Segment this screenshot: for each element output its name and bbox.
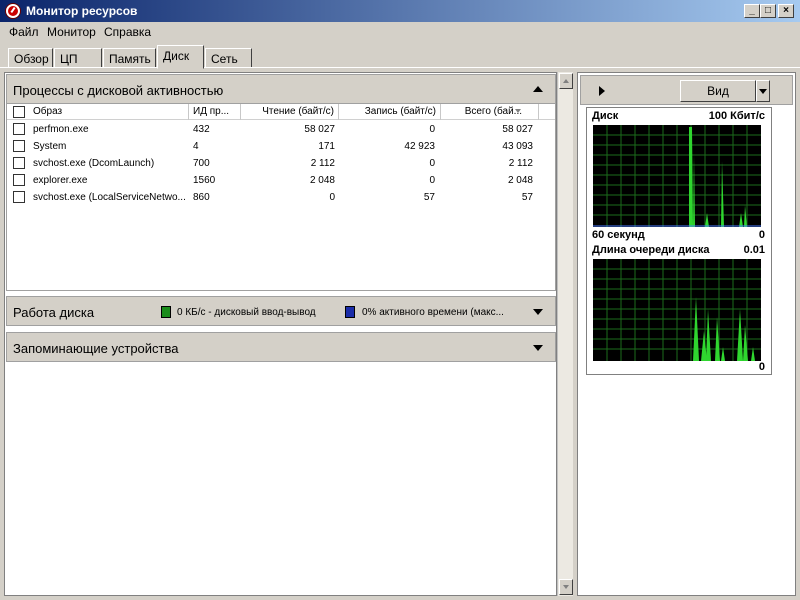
cell-write: 57 xyxy=(423,192,435,203)
table-header: Образ ИД пр... Чтение (байт/с) Запись (б… xyxy=(7,104,555,120)
cell-total: 2 048 xyxy=(507,175,533,186)
column-image[interactable]: Образ xyxy=(29,104,189,120)
io-legend-text: 0 КБ/с - дисковый ввод-вывод xyxy=(177,307,316,318)
disk-graph-time: 60 секунд xyxy=(592,229,645,241)
collapse-pane-icon[interactable] xyxy=(599,86,605,96)
cell-write: 0 xyxy=(429,158,435,169)
disk-graph-min: 0 xyxy=(758,229,765,241)
active-time-legend-swatch xyxy=(345,306,355,318)
cell-read: 0 xyxy=(329,192,335,203)
cell-total: 2 112 xyxy=(508,158,533,169)
table-row[interactable]: perfmon.exe 432 58 027 0 58 027 xyxy=(7,121,555,138)
disk-graph xyxy=(593,125,761,227)
menu-monitor[interactable]: Монитор xyxy=(47,25,96,39)
expand-icon[interactable] xyxy=(533,309,543,315)
disk-activity-trace xyxy=(689,127,747,227)
cell-total: 58 027 xyxy=(502,124,533,135)
disk-graph-title: Диск xyxy=(592,110,619,122)
maximize-button[interactable]: □ xyxy=(760,4,776,18)
row-checkbox[interactable] xyxy=(13,191,25,203)
menu-bar: Файл Монитор Справка xyxy=(0,22,800,42)
cell-image: svchost.exe (LocalServiceNetwo... xyxy=(33,192,186,203)
graph-toolbar: Вид xyxy=(580,75,793,105)
processes-section-title: Процессы с дисковой активностью xyxy=(13,83,224,98)
queue-graph xyxy=(593,259,761,361)
menu-help[interactable]: Справка xyxy=(104,25,151,39)
title-bar: Монитор ресурсов _ □ × xyxy=(0,0,800,22)
queue-graph-min: 0 xyxy=(758,361,765,373)
view-button[interactable]: Вид xyxy=(680,80,756,102)
row-checkbox[interactable] xyxy=(13,123,25,135)
table-row[interactable]: svchost.exe (LocalServiceNetwo... 860 0 … xyxy=(7,189,555,206)
row-checkbox[interactable] xyxy=(13,174,25,186)
disk-graph-max: 100 Кбит/с xyxy=(708,110,765,122)
graphs-container: Диск 100 Кбит/с 60 секунд 0 Длина очеред… xyxy=(586,107,772,375)
processes-section-header[interactable]: Процессы с дисковой активностью xyxy=(6,74,556,104)
processes-table: Образ ИД пр... Чтение (байт/с) Запись (б… xyxy=(6,104,556,291)
cell-write: 0 xyxy=(429,175,435,186)
minimize-button[interactable]: _ xyxy=(744,4,760,18)
resource-monitor-icon xyxy=(5,3,21,19)
cell-read: 2 112 xyxy=(310,158,335,169)
queue-graph-max: 0.01 xyxy=(743,244,765,256)
cell-pid: 4 xyxy=(193,141,199,152)
arrow-down-icon xyxy=(563,585,569,589)
select-all-checkbox[interactable] xyxy=(13,106,25,118)
sort-descending-icon xyxy=(515,109,521,113)
queue-graph-title: Длина очереди диска xyxy=(592,244,710,256)
column-read[interactable]: Чтение (байт/с) xyxy=(241,104,339,120)
storage-section-header[interactable]: Запоминающие устройства xyxy=(6,332,556,362)
column-write[interactable]: Запись (байт/с) xyxy=(339,104,441,120)
storage-section-title: Запоминающие устройства xyxy=(13,341,179,356)
cell-read: 171 xyxy=(318,141,335,152)
cell-pid: 1560 xyxy=(193,175,216,186)
tab-memory[interactable]: Память xyxy=(103,48,156,68)
tab-cpu[interactable]: ЦП xyxy=(54,48,102,68)
tab-network[interactable]: Сеть xyxy=(205,48,252,68)
scroll-down-button[interactable] xyxy=(559,579,573,595)
table-row[interactable]: System 4 171 42 923 43 093 xyxy=(7,138,555,155)
close-button[interactable]: × xyxy=(778,4,794,18)
vertical-scrollbar[interactable] xyxy=(557,72,573,596)
column-total[interactable]: Всего (бай... xyxy=(441,104,539,120)
cell-image: System xyxy=(33,141,67,152)
cell-pid: 700 xyxy=(193,158,210,169)
row-checkbox[interactable] xyxy=(13,157,25,169)
collapse-icon[interactable] xyxy=(533,86,543,92)
table-row[interactable]: explorer.exe 1560 2 048 0 2 048 xyxy=(7,172,555,189)
cell-total: 57 xyxy=(521,192,533,203)
graph-pane: Вид Диск 100 Кбит/с 60 секунд 0 Длина оч… xyxy=(577,72,796,596)
cell-write: 0 xyxy=(429,124,435,135)
active-time-legend-text: 0% активного времени (макс... xyxy=(362,307,504,318)
table-row[interactable]: svchost.exe (DcomLaunch) 700 2 112 0 2 1… xyxy=(7,155,555,172)
view-dropdown-button[interactable] xyxy=(756,80,770,102)
window-title: Монитор ресурсов xyxy=(26,4,138,18)
disk-activity-section-title: Работа диска xyxy=(13,305,95,320)
io-legend-swatch xyxy=(161,306,171,318)
tab-bar: Обзор ЦП Память Диск Сеть xyxy=(0,42,800,69)
cell-read: 2 048 xyxy=(309,175,335,186)
column-pid[interactable]: ИД пр... xyxy=(189,104,241,120)
tab-divider xyxy=(0,67,800,68)
cell-read: 58 027 xyxy=(304,124,335,135)
cell-image: svchost.exe (DcomLaunch) xyxy=(33,158,155,169)
tab-overview[interactable]: Обзор xyxy=(8,48,53,68)
menu-file[interactable]: Файл xyxy=(9,25,39,39)
expand-icon[interactable] xyxy=(533,345,543,351)
row-checkbox[interactable] xyxy=(13,140,25,152)
disk-activity-section-header[interactable]: Работа диска 0 КБ/с - дисковый ввод-выво… xyxy=(6,296,556,326)
cell-write: 42 923 xyxy=(404,141,435,152)
cell-pid: 432 xyxy=(193,124,210,135)
cell-image: perfmon.exe xyxy=(33,124,89,135)
cell-pid: 860 xyxy=(193,192,210,203)
cell-image: explorer.exe xyxy=(33,175,88,186)
scroll-up-button[interactable] xyxy=(559,73,573,89)
tab-disk[interactable]: Диск xyxy=(157,45,204,69)
arrow-up-icon xyxy=(563,79,569,83)
cell-total: 43 093 xyxy=(502,141,533,152)
